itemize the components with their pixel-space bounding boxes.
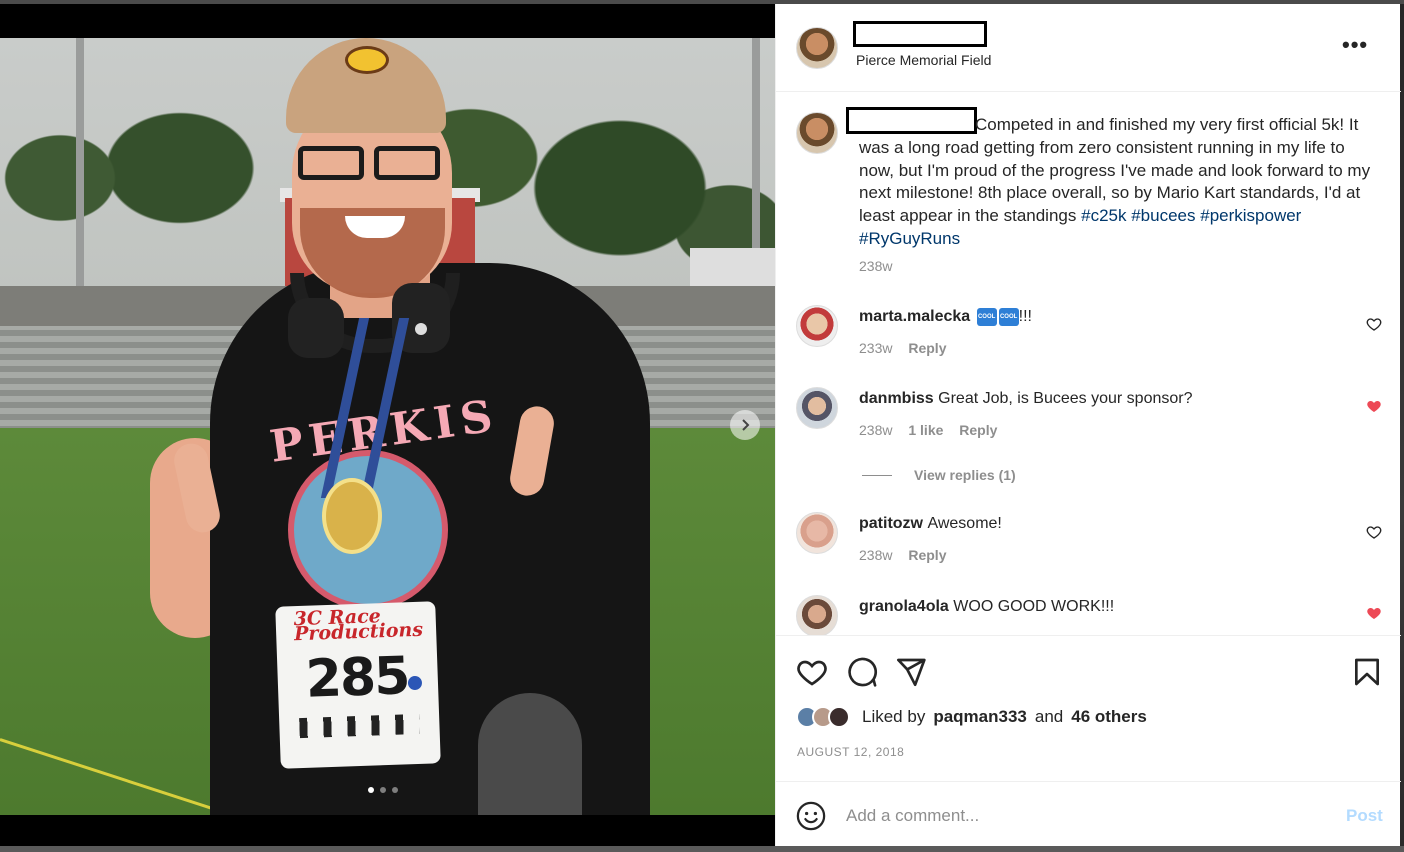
comment-username[interactable]: danmbiss — [859, 390, 934, 407]
comment-meta: 233w Reply — [859, 340, 946, 356]
comment-text: WOO GOOD WORK!!! — [953, 598, 1115, 615]
photo-cap-logo — [345, 46, 389, 74]
comment: granola4ola WOO GOOD WORK!!! — [859, 598, 1114, 616]
post-caption: Competed in and finished my very first o… — [859, 114, 1379, 251]
heart-filled-icon[interactable] — [1366, 605, 1382, 621]
reply-button[interactable]: Reply — [908, 340, 946, 356]
comment-text: !!! — [1018, 308, 1032, 326]
author-username-redacted[interactable] — [853, 21, 987, 47]
backdrop-strip — [0, 846, 1404, 852]
bib-brand: 3C Race Productions — [293, 605, 424, 646]
post-comment-button[interactable]: Post — [1346, 806, 1383, 826]
carousel-indicator — [368, 787, 398, 793]
comment-likes[interactable]: 1 like — [908, 422, 943, 438]
comment-username[interactable]: patitozw — [859, 515, 923, 532]
post-media: PERKIS 3C Race Productions 285 — [0, 4, 775, 846]
photo-pole — [76, 38, 84, 308]
caption-age[interactable]: 238w — [859, 258, 892, 274]
likes-and: and — [1034, 707, 1064, 726]
commenter-avatar[interactable] — [796, 387, 838, 429]
photo-headphone-dot — [415, 323, 427, 335]
comment-text: Great Job, is Bucees your sponsor? — [938, 390, 1193, 407]
comment-username[interactable]: marta.malecka — [859, 308, 970, 325]
view-replies-label: View replies (1) — [914, 467, 1016, 483]
add-comment-bar: Post — [776, 781, 1401, 846]
hashtag-link[interactable]: #RyGuyRuns — [859, 229, 960, 248]
comment-username[interactable]: granola4ola — [859, 598, 949, 615]
chevron-right-icon — [742, 419, 750, 431]
photo-race-bib: 3C Race Productions 285 — [275, 601, 441, 769]
comment-text: Awesome! — [927, 515, 1002, 532]
liker-avatar — [828, 706, 850, 728]
likes-others-link[interactable]: 46 others — [1071, 707, 1147, 727]
photo-medal — [322, 478, 382, 554]
heart-icon[interactable] — [796, 656, 828, 688]
comment: danmbiss Great Job, is Bucees your spons… — [859, 390, 1193, 408]
view-replies-button[interactable]: View replies (1) — [862, 467, 1016, 483]
heart-filled-icon[interactable] — [1366, 398, 1382, 414]
bib-dot — [407, 675, 423, 691]
comment-age[interactable]: 238w — [859, 422, 892, 438]
commenter-avatar[interactable] — [796, 305, 838, 347]
reply-button[interactable]: Reply — [959, 422, 997, 438]
share-icon[interactable] — [895, 656, 927, 688]
bookmark-icon[interactable] — [1351, 656, 1383, 688]
hashtag-link[interactable]: #perkispower — [1200, 206, 1301, 225]
heart-outline-icon[interactable] — [1366, 316, 1382, 332]
cool-emoji-icon: COOL — [976, 308, 997, 326]
carousel-dot — [368, 787, 374, 793]
reply-button[interactable]: Reply — [908, 547, 946, 563]
view-replies-line — [862, 474, 892, 476]
liker-username[interactable]: paqman333 — [933, 707, 1027, 727]
hashtag-link[interactable]: #bucees — [1131, 206, 1195, 225]
likes-summary: Liked by paqman333 and 46 others — [796, 706, 1147, 728]
caption-avatar[interactable] — [796, 112, 838, 154]
carousel-next-button[interactable] — [730, 410, 760, 440]
comment-input[interactable] — [846, 801, 1316, 831]
cool-emoji-icon: COOL — [998, 308, 1019, 326]
heart-outline-icon[interactable] — [1366, 524, 1382, 540]
carousel-dot — [392, 787, 398, 793]
author-avatar[interactable] — [796, 27, 838, 69]
commenter-avatar[interactable] — [796, 512, 838, 554]
liker-avatars — [796, 706, 850, 728]
hashtag-link[interactable]: #c25k — [1081, 206, 1126, 225]
comment-meta: 238w Reply — [859, 547, 946, 563]
photo-glasses-lens — [298, 146, 364, 180]
more-options-button[interactable]: ••• — [1342, 32, 1368, 58]
post-photo: PERKIS 3C Race Productions 285 — [0, 38, 775, 815]
comment-age[interactable]: 233w — [859, 340, 892, 356]
bib-runners — [299, 713, 420, 739]
bib-number: 285 — [304, 646, 410, 710]
comments-list[interactable]: Competed in and finished my very first o… — [776, 92, 1401, 635]
comment: patitozw Awesome! — [859, 515, 1002, 533]
likes-prefix: Liked by — [862, 707, 926, 726]
emoji-icon[interactable] — [796, 801, 826, 831]
post-date[interactable]: AUGUST 12, 2018 — [797, 745, 904, 759]
comment: marta.malecka COOL COOL!!! — [859, 308, 1032, 326]
comment-age[interactable]: 238w — [859, 547, 892, 563]
comment-meta: 238w 1 like Reply — [859, 422, 997, 438]
photo-bollard — [478, 693, 582, 815]
post-header: Pierce Memorial Field ••• — [776, 4, 1401, 92]
comment-icon[interactable] — [846, 656, 878, 688]
post-location[interactable]: Pierce Memorial Field — [856, 52, 991, 68]
photo-headphone-cup — [288, 298, 344, 358]
post-side-panel: Pierce Memorial Field ••• Competed in an… — [775, 4, 1401, 846]
carousel-dot — [380, 787, 386, 793]
commenter-avatar[interactable] — [796, 595, 838, 635]
photo-glasses-lens — [374, 146, 440, 180]
post-actions: Liked by paqman333 and 46 others AUGUST … — [776, 635, 1401, 781]
